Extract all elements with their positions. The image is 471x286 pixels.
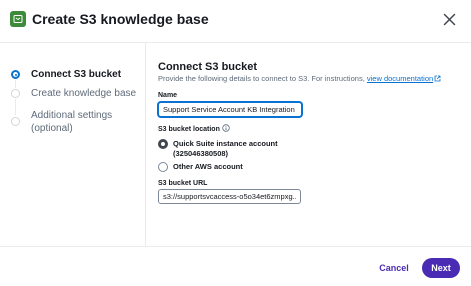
step-3-label: Additional settings (optional) <box>31 109 112 135</box>
radio-button-checked[interactable] <box>158 139 168 149</box>
radio-button-unchecked[interactable] <box>158 162 168 172</box>
step-2-indicator <box>11 89 20 98</box>
section-title: Connect S3 bucket <box>158 61 258 73</box>
footer-divider <box>0 246 471 247</box>
modal-title: Create S3 knowledge base <box>32 11 209 27</box>
info-icon[interactable] <box>222 124 230 132</box>
close-button[interactable] <box>439 9 459 29</box>
cancel-button[interactable]: Cancel <box>373 258 415 278</box>
location-label-text: S3 bucket location <box>158 126 220 133</box>
radio-label: Other AWS account <box>173 162 243 171</box>
step-2-label: Create knowledge base <box>31 88 137 99</box>
view-documentation-link[interactable]: view documentation <box>367 74 433 83</box>
step-connector <box>15 99 16 115</box>
step-connector <box>15 80 16 88</box>
name-input[interactable] <box>158 102 302 117</box>
header-divider <box>0 42 471 43</box>
radio-label-line2: (325046380508) <box>173 149 229 158</box>
name-label: Name <box>158 92 178 99</box>
panel-divider <box>145 43 146 246</box>
step-1-indicator <box>11 70 20 79</box>
close-icon <box>443 13 455 25</box>
radio-other-aws-account[interactable]: Other AWS account <box>158 162 243 172</box>
radio-label: Quick Suite instance account (3250463805… <box>173 139 278 159</box>
step-3-indicator <box>11 117 20 126</box>
next-button[interactable]: Next <box>422 258 460 278</box>
url-label: S3 bucket URL <box>158 180 208 187</box>
section-description: Provide the following details to connect… <box>158 74 441 83</box>
radio-label-line1: Quick Suite instance account <box>173 139 278 148</box>
radio-quick-suite-account[interactable]: Quick Suite instance account (3250463805… <box>158 139 278 159</box>
description-text: Provide the following details to connect… <box>158 74 365 83</box>
location-label: S3 bucket location <box>158 124 230 133</box>
step-1-label[interactable]: Connect S3 bucket <box>31 68 121 81</box>
s3-url-input[interactable] <box>158 189 301 204</box>
knowledge-base-icon <box>10 11 26 27</box>
modal-header: Create S3 knowledge base <box>0 0 471 42</box>
step-3-label-line1: Additional settings <box>31 110 113 121</box>
step-3-label-line2: (optional) <box>31 123 73 134</box>
external-link-icon <box>434 75 441 82</box>
